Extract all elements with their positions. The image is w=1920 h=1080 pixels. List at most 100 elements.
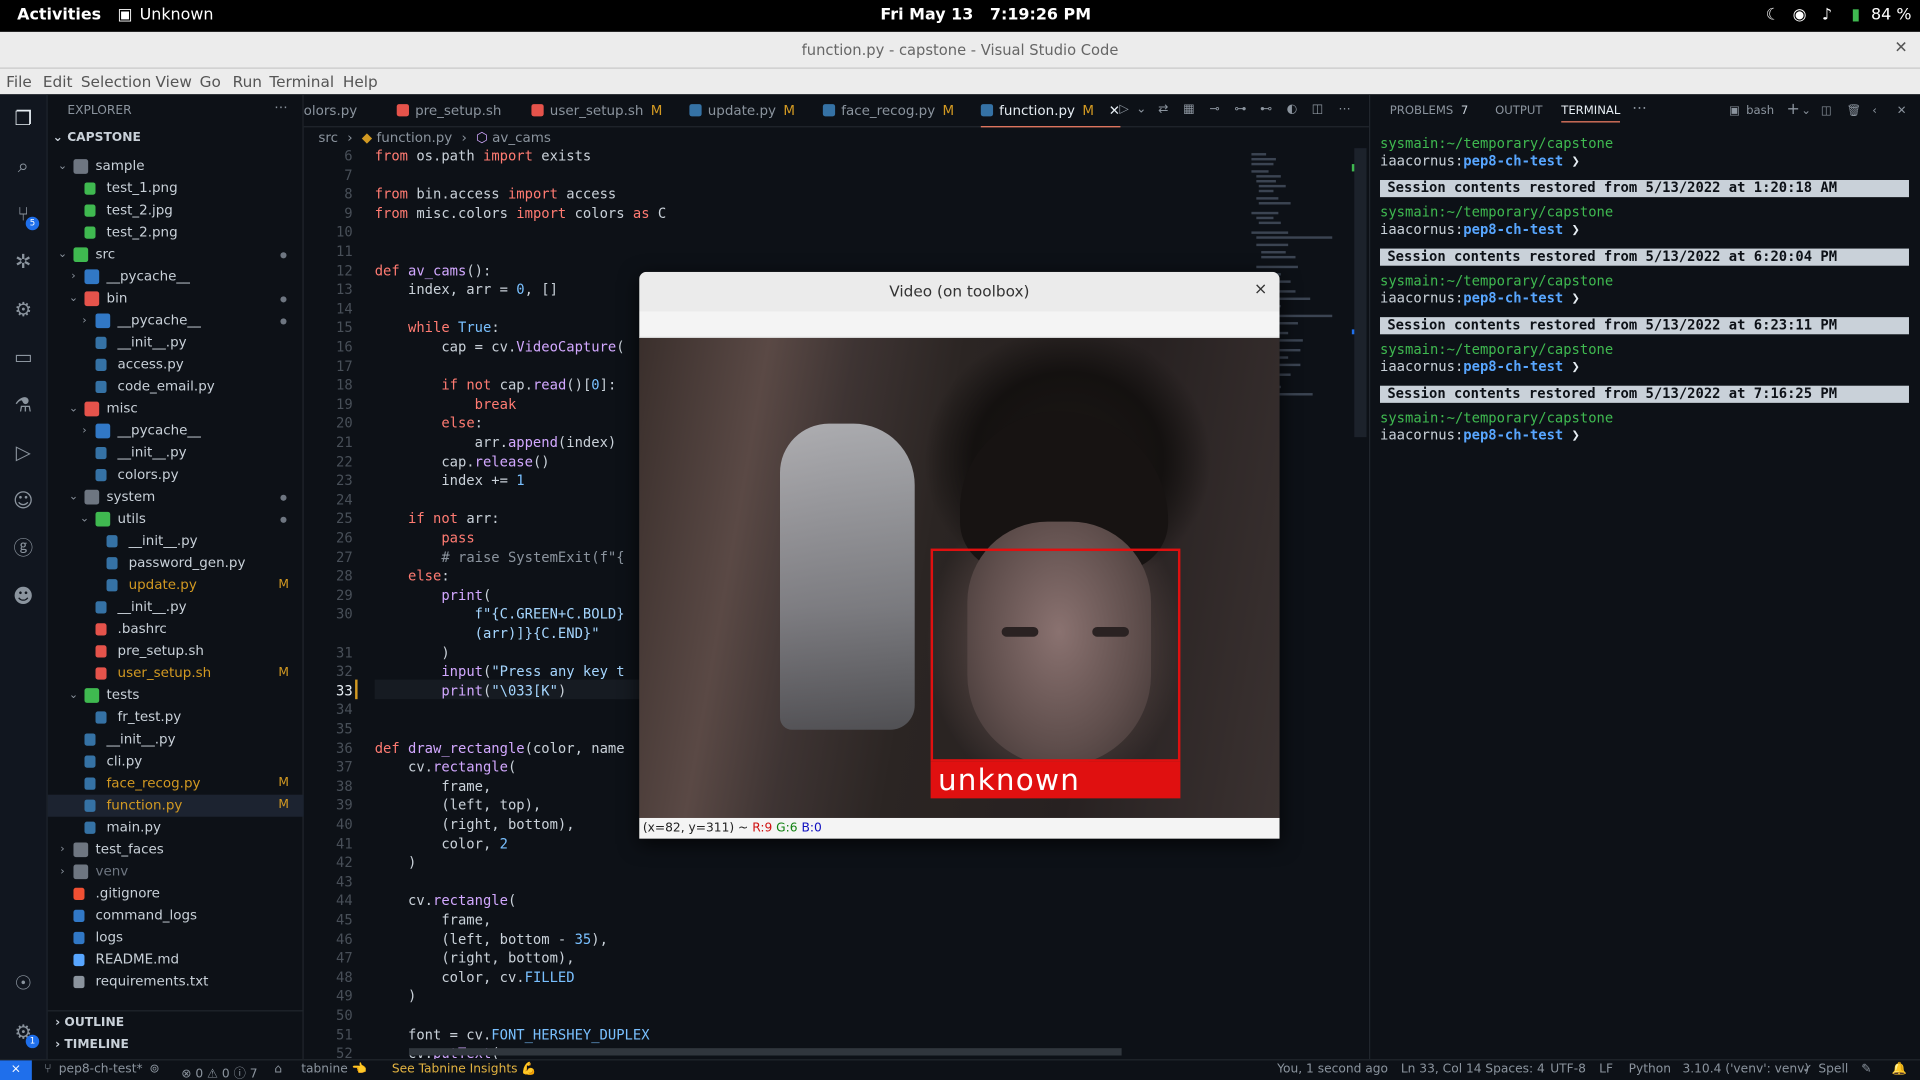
editor-tab[interactable]: function.py M ✕ (980, 94, 1120, 128)
code-line[interactable]: font = cv.FONT_HERSHEY_DUPLEX (375, 1027, 650, 1043)
menu-view[interactable]: View (156, 72, 192, 90)
terminal-dropdown-icon[interactable]: ⌄ (1801, 104, 1811, 117)
code-line[interactable]: from bin.access import access (375, 186, 617, 202)
tree-item[interactable]: logs (48, 927, 304, 949)
code-line[interactable]: while True: (375, 320, 500, 336)
code-line[interactable]: pass (375, 530, 474, 546)
python-interpreter[interactable]: 3.10.4 ('venv': venv) (1682, 1063, 1809, 1076)
editor-tab[interactable]: update.py M (689, 94, 795, 127)
menu-run[interactable]: Run (233, 72, 262, 90)
split-editor-icon[interactable]: ◫ (1310, 103, 1325, 118)
wifi-icon[interactable]: ◉ (1793, 6, 1807, 24)
editor-more-icon[interactable]: ⋯ (1337, 103, 1352, 118)
blame-icon[interactable]: ◐ (1284, 103, 1299, 118)
tree-item[interactable]: fr_test.py (48, 707, 304, 729)
tree-item[interactable]: .bashrc (48, 618, 304, 640)
code-line[interactable]: (right, bottom), (375, 817, 574, 833)
github-icon[interactable]: ☺ (11, 489, 35, 513)
code-line[interactable]: def draw_rectangle(color, name (375, 740, 625, 756)
spell-check[interactable]: Spell (1818, 1063, 1848, 1076)
app-menu-label[interactable]: Unknown (140, 6, 214, 24)
tree-item[interactable]: › test_faces (48, 839, 304, 861)
git-graph-icon[interactable]: ⓖ (11, 536, 35, 560)
clock[interactable]: Fri May 13 7:19:26 PM (880, 6, 1091, 24)
menu-go[interactable]: Go (200, 72, 221, 90)
extensions-icon[interactable]: ⚙ (11, 298, 35, 322)
run-file-icon[interactable]: ▷ (1117, 103, 1132, 118)
tree-item[interactable]: ⌄ sample (48, 156, 304, 178)
battery-icon[interactable]: ▮ (1851, 6, 1860, 24)
cursor-position[interactable]: Ln 33, Col 14 (1401, 1063, 1482, 1076)
editor-tab[interactable]: olors.py (304, 94, 358, 127)
maximize-panel-icon[interactable]: ‹ (1872, 104, 1877, 117)
code-line[interactable]: (left, bottom - 35), (375, 931, 608, 947)
video-close-icon[interactable]: × (1254, 272, 1267, 309)
code-line[interactable]: color, cv.FILLED (375, 970, 574, 986)
terminal-shell-label[interactable]: bash (1746, 104, 1774, 117)
tree-item[interactable]: test_2.jpg (48, 200, 304, 222)
tree-item[interactable]: face_recog.py M (48, 773, 304, 795)
panel-more-icon[interactable]: ⋯ (1632, 99, 1647, 116)
code-line[interactable]: else: (375, 568, 450, 584)
breadcrumb-file[interactable]: function.py (376, 130, 452, 146)
app-menu-icon[interactable]: ▣ (118, 6, 133, 24)
code-line[interactable]: ) (375, 855, 416, 871)
git-prev-change-icon[interactable]: ⊸ (1207, 103, 1222, 118)
branch-name[interactable]: pep8-ch-test* (59, 1063, 143, 1076)
code-line[interactable]: (arr)]}{C.END}" (375, 626, 600, 642)
indentation[interactable]: Spaces: 4 (1485, 1063, 1545, 1076)
tree-item[interactable]: ⌄ system (48, 486, 304, 508)
tab-output[interactable]: OUTPUT (1495, 104, 1542, 117)
line-endings[interactable]: LF (1599, 1063, 1613, 1076)
tree-item[interactable]: › __pycache__ (48, 420, 304, 442)
code-line[interactable]: frame, (375, 779, 491, 795)
tab-problems[interactable]: PROBLEMS (1390, 104, 1454, 117)
debug-icon[interactable]: ✲ (11, 250, 35, 274)
testing-icon[interactable]: ⚗ (11, 393, 35, 417)
problems-summary[interactable]: ⊗ 0 ⚠ 0 ⓘ 7 (181, 1063, 257, 1080)
tree-item[interactable]: colors.py (48, 464, 304, 486)
tree-item[interactable]: user_setup.sh M (48, 662, 304, 684)
editor-tab[interactable]: face_recog.py M (822, 94, 954, 127)
code-line[interactable]: if not cap.read()[0]: (375, 377, 616, 393)
code-line[interactable]: cap.release() (375, 454, 549, 470)
code-line[interactable]: ) (375, 989, 416, 1005)
tree-item[interactable]: __init__.py (48, 596, 304, 618)
tree-item[interactable]: __init__.py (48, 332, 304, 354)
code-line[interactable]: cv.rectangle( (375, 759, 516, 775)
code-line[interactable]: index += 1 (375, 473, 524, 489)
tree-item[interactable]: .gitignore (48, 883, 304, 905)
tabnine-status[interactable]: tabnine 👈 (301, 1063, 367, 1076)
tree-item[interactable]: __init__.py (48, 729, 304, 751)
live-share-icon[interactable]: ⊚ (149, 1063, 159, 1076)
copilot-icon[interactable]: ☻ (11, 584, 35, 608)
code-line[interactable]: # raise SystemExit(f"{ (375, 549, 624, 565)
remote-explorer-icon[interactable]: ▭ (11, 345, 35, 369)
code-line[interactable]: cap = cv.VideoCapture( (375, 339, 624, 355)
tree-item[interactable]: README.md (48, 949, 304, 971)
night-light-icon[interactable]: ☾ (1766, 6, 1780, 24)
language-mode[interactable]: Python (1629, 1063, 1671, 1076)
code-line[interactable]: (left, top), (375, 798, 541, 814)
webcam-frame[interactable]: unknown (639, 337, 1280, 818)
editor-scrollbar[interactable] (1354, 148, 1367, 438)
menu-file[interactable]: File (6, 72, 32, 90)
git-blame-status[interactable]: You, 1 second ago (1277, 1063, 1388, 1076)
code-line[interactable]: from misc.colors import colors as C (375, 205, 667, 221)
tree-item[interactable]: test_1.png (48, 178, 304, 200)
code-line[interactable]: frame, (375, 912, 491, 928)
split-terminal-icon[interactable]: ◫ (1821, 104, 1832, 117)
code-line[interactable]: color, 2 (375, 836, 508, 852)
search-icon[interactable]: ⌕ (11, 154, 35, 178)
notifications-bell-icon[interactable]: 🔔 (1892, 1063, 1907, 1076)
home-icon[interactable]: ⌂ (274, 1063, 282, 1076)
code-line[interactable]: print("\033[K") (375, 683, 566, 699)
feedback-icon[interactable]: ✎ (1861, 1063, 1871, 1076)
code-line[interactable]: index, arr = 0, [] (375, 282, 558, 298)
explorer-icon[interactable]: ❐ (11, 107, 35, 131)
code-line[interactable]: break (375, 396, 517, 412)
breadcrumb-src[interactable]: src (318, 130, 338, 146)
tree-item[interactable]: ⌄ utils (48, 508, 304, 530)
git-commit-icon[interactable]: ⊶ (1233, 103, 1248, 118)
code-line[interactable]: def av_cams(): (375, 263, 492, 279)
